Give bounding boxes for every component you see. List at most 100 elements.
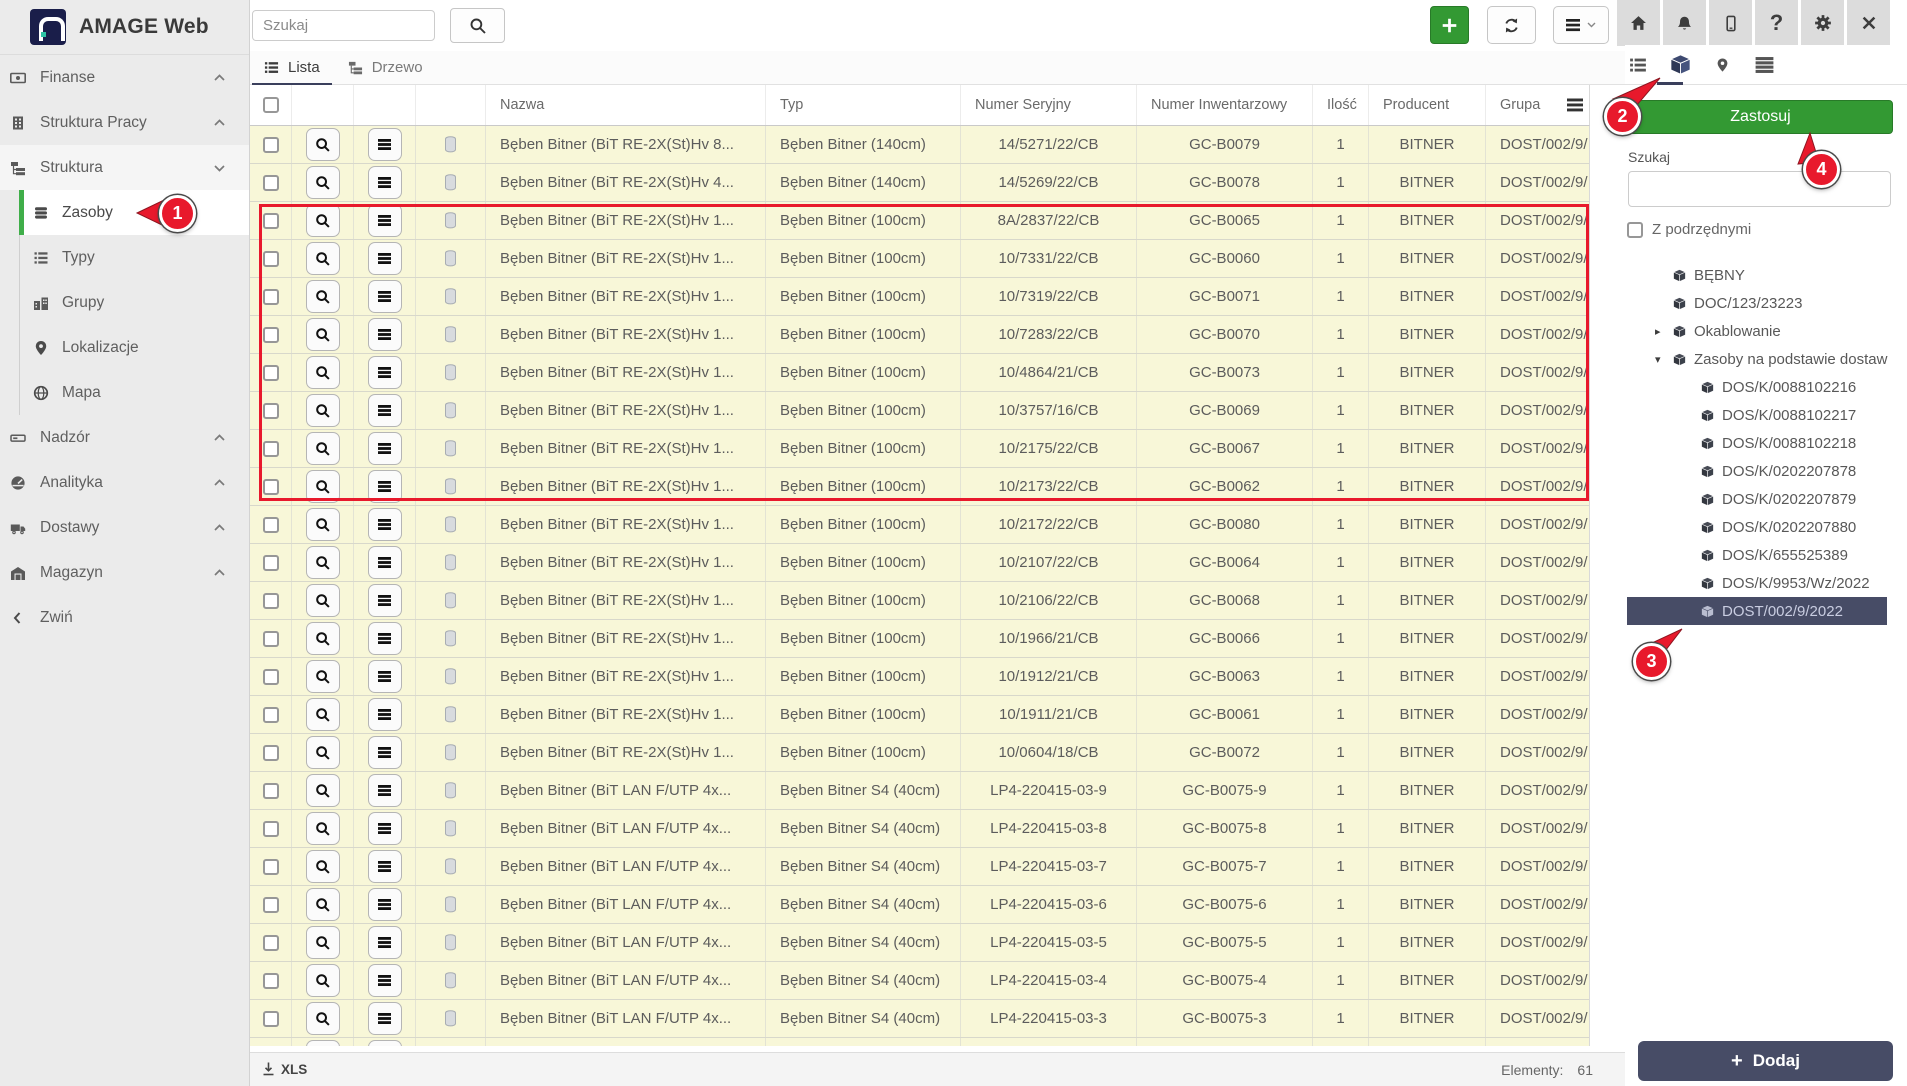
settings-button[interactable]: [1801, 0, 1844, 46]
panel-tab-package-icon[interactable]: [1669, 54, 1691, 76]
row-preview-button[interactable]: [306, 698, 340, 731]
table-row[interactable]: [250, 1038, 1589, 1046]
table-row[interactable]: Bęben Bitner (BiT RE-2X(St)Hv 1... Bęben…: [250, 278, 1589, 316]
panel-tab-location-icon[interactable]: [1711, 54, 1733, 76]
row-checkbox[interactable]: [263, 175, 279, 191]
table-row[interactable]: Bęben Bitner (BiT RE-2X(St)Hv 1... Bęben…: [250, 354, 1589, 392]
tree-item[interactable]: DOC/123/23223: [1627, 289, 1887, 317]
row-preview-button[interactable]: [306, 356, 340, 389]
caret-icon[interactable]: ▾: [1655, 353, 1673, 366]
table-row[interactable]: Bęben Bitner (BiT LAN F/UTP 4x... Bęben …: [250, 772, 1589, 810]
tree-item[interactable]: DOS/K/9953/Wz/2022: [1627, 569, 1887, 597]
row-preview-button[interactable]: [306, 166, 340, 199]
column-config-icon[interactable]: [1567, 98, 1583, 113]
row-preview-button[interactable]: [306, 470, 340, 503]
row-menu-button[interactable]: [368, 964, 402, 997]
row-checkbox[interactable]: [263, 1011, 279, 1027]
row-menu-button[interactable]: [368, 1040, 402, 1046]
header-ilosc[interactable]: Ilość: [1313, 85, 1369, 125]
row-menu-button[interactable]: [368, 204, 402, 237]
row-menu-button[interactable]: [368, 888, 402, 921]
table-row[interactable]: Bęben Bitner (BiT RE-2X(St)Hv 1... Bęben…: [250, 468, 1589, 506]
row-checkbox[interactable]: [263, 327, 279, 343]
row-checkbox[interactable]: [263, 821, 279, 837]
panel-search-input[interactable]: [1628, 171, 1891, 207]
table-row[interactable]: Bęben Bitner (BiT LAN F/UTP 4x... Bęben …: [250, 848, 1589, 886]
sidebar-item-dostawy[interactable]: Dostawy: [0, 505, 249, 550]
row-preview-button[interactable]: [306, 622, 340, 655]
search-input[interactable]: [252, 10, 435, 41]
mobile-button[interactable]: [1709, 0, 1752, 46]
tab-drzewo[interactable]: Drzewo: [334, 51, 437, 85]
table-row[interactable]: Bęben Bitner (BiT LAN F/UTP 4x... Bęben …: [250, 886, 1589, 924]
row-preview-button[interactable]: [306, 584, 340, 617]
header-producent[interactable]: Producent: [1369, 85, 1486, 125]
row-menu-button[interactable]: [368, 166, 402, 199]
sidebar-item-finanse[interactable]: Finanse: [0, 55, 249, 100]
sidebar-item-zwin[interactable]: Zwiń: [0, 595, 249, 640]
row-checkbox[interactable]: [263, 935, 279, 951]
row-preview-button[interactable]: [306, 394, 340, 427]
row-menu-button[interactable]: [368, 356, 402, 389]
sidebar-item-magazyn[interactable]: Magazyn: [0, 550, 249, 595]
row-checkbox[interactable]: [263, 745, 279, 761]
row-checkbox[interactable]: [263, 289, 279, 305]
row-checkbox[interactable]: [263, 213, 279, 229]
add-group-button[interactable]: + Dodaj: [1638, 1041, 1893, 1081]
row-checkbox[interactable]: [263, 897, 279, 913]
sidebar-item-nadzor[interactable]: Nadzór: [0, 415, 249, 460]
table-row[interactable]: Bęben Bitner (BiT RE-2X(St)Hv 1... Bęben…: [250, 582, 1589, 620]
row-preview-button[interactable]: [306, 128, 340, 161]
table-row[interactable]: Bęben Bitner (BiT RE-2X(St)Hv 1... Bęben…: [250, 430, 1589, 468]
row-menu-button[interactable]: [368, 584, 402, 617]
sidebar-item-zasoby[interactable]: Zasoby: [19, 190, 249, 235]
table-row[interactable]: Bęben Bitner (BiT LAN F/UTP 4x... Bęben …: [250, 962, 1589, 1000]
row-checkbox[interactable]: [263, 593, 279, 609]
row-preview-button[interactable]: [306, 660, 340, 693]
notifications-button[interactable]: [1663, 0, 1706, 46]
row-menu-button[interactable]: [368, 812, 402, 845]
row-checkbox[interactable]: [263, 479, 279, 495]
tree-item[interactable]: DOS/K/0088102218: [1627, 429, 1887, 457]
row-menu-button[interactable]: [368, 508, 402, 541]
table-row[interactable]: Bęben Bitner (BiT RE-2X(St)Hv 1... Bęben…: [250, 620, 1589, 658]
row-menu-button[interactable]: [368, 926, 402, 959]
sidebar-item-struktura-pracy[interactable]: Struktura Pracy: [0, 100, 249, 145]
table-row[interactable]: Bęben Bitner (BiT RE-2X(St)Hv 4... Bęben…: [250, 164, 1589, 202]
row-checkbox[interactable]: [263, 441, 279, 457]
header-numer-inwentarzowy[interactable]: Numer Inwentarzowy: [1137, 85, 1313, 125]
sidebar-item-typy[interactable]: Typy: [19, 235, 249, 280]
row-preview-button[interactable]: [306, 926, 340, 959]
tree-item[interactable]: BĘBNY: [1627, 261, 1887, 289]
apply-button[interactable]: Zastosuj: [1628, 100, 1893, 134]
row-menu-button[interactable]: [368, 850, 402, 883]
sidebar-item-struktura[interactable]: Struktura: [0, 145, 249, 190]
row-checkbox[interactable]: [263, 365, 279, 381]
row-menu-button[interactable]: [368, 280, 402, 313]
row-preview-button[interactable]: [306, 774, 340, 807]
row-preview-button[interactable]: [306, 546, 340, 579]
row-checkbox[interactable]: [263, 403, 279, 419]
row-preview-button[interactable]: [306, 736, 340, 769]
table-row[interactable]: Bęben Bitner (BiT RE-2X(St)Hv 1... Bęben…: [250, 202, 1589, 240]
row-menu-button[interactable]: [368, 736, 402, 769]
row-checkbox[interactable]: [263, 137, 279, 153]
header-nazwa[interactable]: Nazwa: [486, 85, 766, 125]
table-row[interactable]: Bęben Bitner (BiT RE-2X(St)Hv 8... Bęben…: [250, 126, 1589, 164]
sidebar-item-analityka[interactable]: Analityka: [0, 460, 249, 505]
row-preview-button[interactable]: [306, 508, 340, 541]
table-row[interactable]: Bęben Bitner (BiT RE-2X(St)Hv 1... Bęben…: [250, 696, 1589, 734]
bulk-actions-menu-button[interactable]: [1553, 6, 1609, 44]
tree-item[interactable]: DOS/K/0202207880: [1627, 513, 1887, 541]
help-button[interactable]: ?: [1755, 0, 1798, 46]
row-checkbox[interactable]: [263, 517, 279, 533]
row-menu-button[interactable]: [368, 432, 402, 465]
table-row[interactable]: Bęben Bitner (BiT RE-2X(St)Hv 1... Bęben…: [250, 240, 1589, 278]
row-checkbox[interactable]: [263, 859, 279, 875]
row-menu-button[interactable]: [368, 470, 402, 503]
row-preview-button[interactable]: [306, 850, 340, 883]
tree-item[interactable]: DOS/K/655525389: [1627, 541, 1887, 569]
row-preview-button[interactable]: [306, 242, 340, 275]
table-row[interactable]: Bęben Bitner (BiT RE-2X(St)Hv 1... Bęben…: [250, 658, 1589, 696]
table-row[interactable]: Bęben Bitner (BiT LAN F/UTP 4x... Bęben …: [250, 810, 1589, 848]
